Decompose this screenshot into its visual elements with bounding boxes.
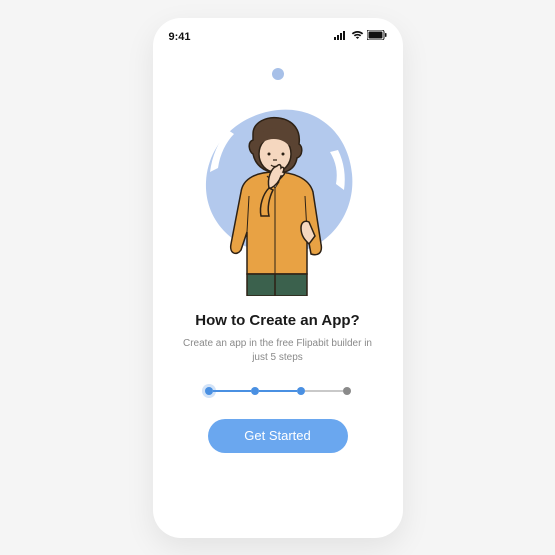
get-started-button[interactable]: Get Started: [208, 419, 348, 453]
progress-step-4[interactable]: [343, 387, 351, 395]
wifi-icon: [351, 30, 364, 43]
decorative-dot: [272, 68, 284, 80]
progress-segment: [305, 390, 343, 392]
progress-step-2[interactable]: [251, 387, 259, 395]
progress-indicator: [175, 387, 381, 395]
signal-icon: [334, 30, 348, 43]
status-indicators: [334, 30, 387, 43]
battery-icon: [367, 30, 387, 43]
progress-step-3[interactable]: [297, 387, 305, 395]
onboarding-title: How to Create an App?: [175, 312, 381, 329]
status-bar: 9:41: [153, 18, 403, 48]
progress-segment: [259, 390, 297, 392]
phone-frame: 9:41: [153, 18, 403, 538]
hero-illustration: [153, 54, 403, 304]
onboarding-subtitle: Create an app in the free Flipabit build…: [175, 337, 381, 365]
progress-step-1[interactable]: [205, 387, 213, 395]
progress-segment: [213, 390, 251, 392]
status-time: 9:41: [169, 31, 191, 43]
onboarding-content: How to Create an App? Create an app in t…: [153, 304, 403, 453]
person-thinking-illustration: [213, 116, 343, 296]
